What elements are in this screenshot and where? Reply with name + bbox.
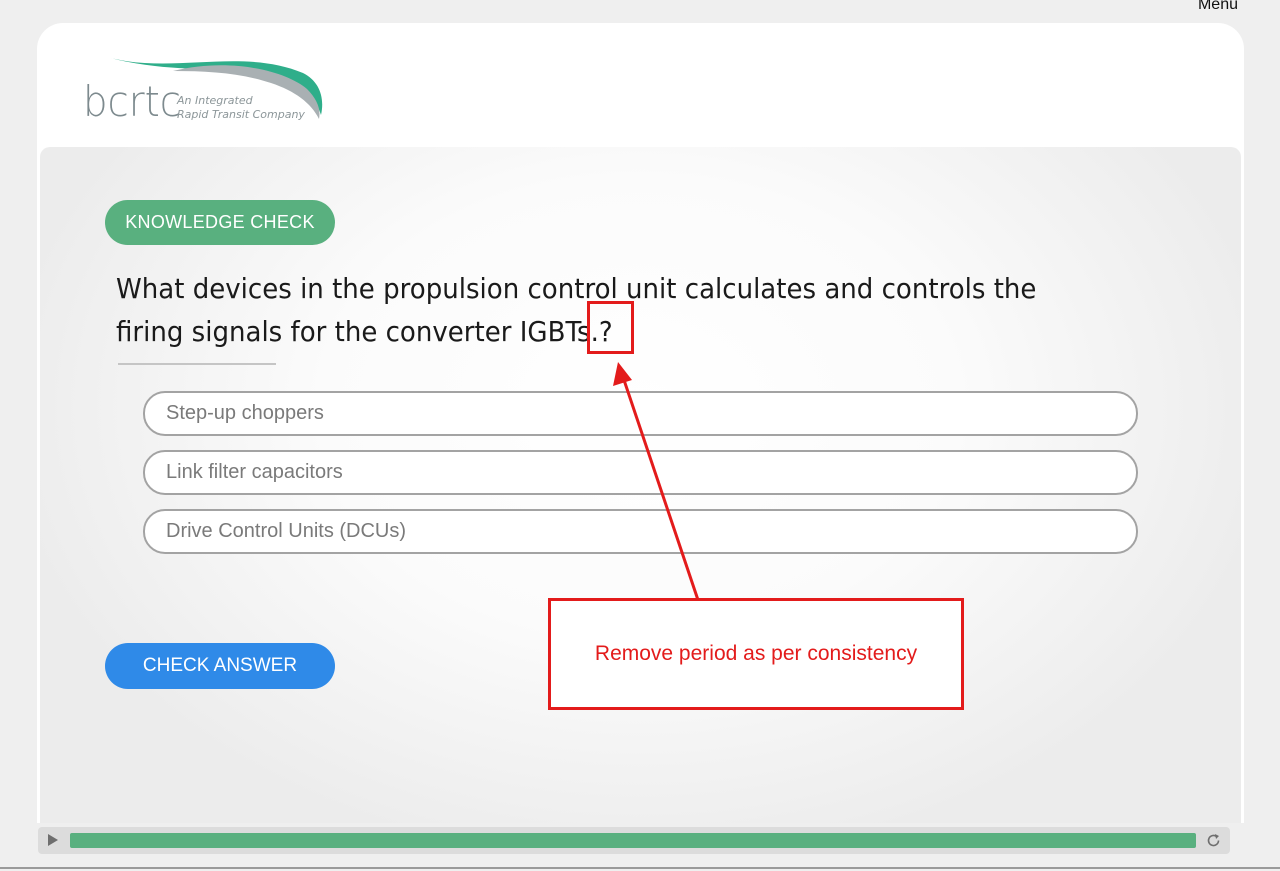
content-area: KNOWLEDGE CHECK What devices in the prop…: [40, 147, 1241, 823]
logo-wordmark: bcrtc: [83, 77, 182, 126]
play-icon[interactable]: [48, 834, 58, 846]
answer-option-label: Step-up choppers: [166, 402, 324, 424]
answer-option-label: Link filter capacitors: [166, 461, 343, 483]
replay-icon[interactable]: [1205, 832, 1222, 849]
check-answer-button[interactable]: CHECK ANSWER: [105, 643, 335, 689]
answer-option-3[interactable]: Drive Control Units (DCUs): [143, 509, 1138, 554]
answer-option-1[interactable]: Step-up choppers: [143, 391, 1138, 436]
knowledge-check-badge: KNOWLEDGE CHECK: [105, 200, 335, 245]
answer-option-label: Drive Control Units (DCUs): [166, 520, 407, 542]
annotation-comment-text: Remove period as per consistency: [594, 642, 918, 665]
annotation-highlight-box: [587, 301, 634, 354]
question-divider: [118, 363, 276, 365]
player-controls: [38, 827, 1230, 854]
annotation-comment-box: Remove period as per consistency: [548, 598, 964, 710]
question-text: What devices in the propulsion control u…: [116, 272, 1037, 348]
answer-option-2[interactable]: Link filter capacitors: [143, 450, 1138, 495]
logo-tagline: An Integrated Rapid Transit Company: [177, 94, 305, 121]
menu-button[interactable]: Menu: [1198, 0, 1238, 14]
bcrtc-logo: bcrtc An Integrated Rapid Transit Compan…: [81, 51, 331, 131]
bottom-divider: [0, 867, 1280, 869]
progress-bar[interactable]: [70, 833, 1196, 848]
